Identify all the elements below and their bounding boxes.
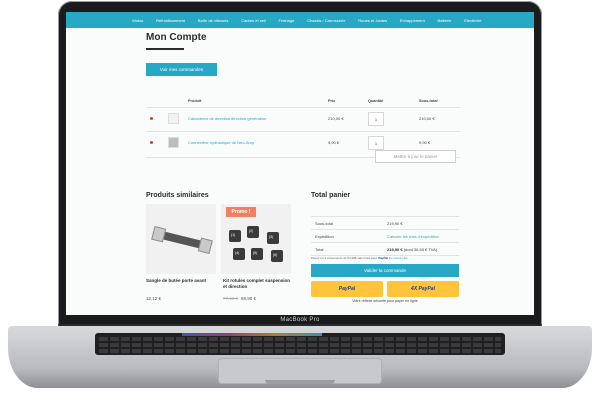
page-title: Mon Compte (146, 32, 207, 43)
product-thumbnail[interactable] (168, 113, 179, 124)
product-image-strap[interactable] (146, 204, 216, 274)
old-price: 77,49 € (223, 296, 239, 301)
header-quantity: Quantité (368, 99, 384, 103)
nav-item-batterie[interactable]: Batterie (438, 18, 452, 23)
calculate-shipping-link[interactable]: Calculer les frais d'expédition (387, 234, 439, 239)
product-subtotal: 9,90 € (419, 140, 431, 145)
strap-illustration (155, 229, 209, 251)
opening-notch (265, 380, 335, 384)
header-subtotal: Sous-total (419, 99, 438, 103)
header-product: Produit (188, 99, 202, 103)
remove-item-icon[interactable] (150, 141, 153, 144)
nav-item-motos[interactable]: Motos (132, 18, 143, 23)
tax-note: (dont 36,65 € TVA) (403, 247, 438, 252)
product-name-link[interactable]: Connecteur hydraulique de Neo-Amp (188, 140, 254, 145)
totals-value: 219,90 € (387, 221, 403, 226)
touch-bar (182, 333, 322, 336)
cart-totals-title: Total panier (311, 192, 351, 199)
remove-item-icon[interactable] (150, 117, 153, 120)
totals-row-total: Total 219,90 € (dont 36,65 € TVA) (311, 242, 459, 255)
product-subtotal: 210,00 € (419, 116, 435, 121)
cart-table-header: Produit Prix Quantité Sous-total (146, 97, 460, 105)
quantity-input[interactable]: 1 (368, 136, 384, 150)
product-price-group: 77,49 €69,90 € (223, 296, 256, 301)
sale-price: 69,90 € (241, 296, 257, 301)
product-thumbnail[interactable] (168, 137, 179, 148)
product-name[interactable]: Kit rotules complet suspension et direct… (223, 278, 293, 290)
quantity-input[interactable]: 1 (368, 112, 384, 126)
key-row (99, 337, 501, 341)
paypal-button[interactable]: PayPal (311, 281, 383, 297)
totals-label: Expédition (315, 234, 334, 239)
nav-item-freinage[interactable]: Freinage (279, 18, 295, 23)
totals-row-subtotal: Sous-total 219,90 € (311, 216, 459, 229)
product-price: 210,00 € (328, 116, 344, 121)
key-row (99, 349, 501, 353)
view-orders-button[interactable]: Voir mes commandes (146, 63, 217, 76)
kit-part: (5) (251, 248, 263, 260)
main-nav: Motos Refroidissement Boîte de vitesses … (66, 12, 534, 28)
device-label: MacBook Pro (280, 317, 320, 323)
similar-products-title: Produits similaires (146, 192, 209, 199)
totals-label: Sous-total (315, 221, 334, 226)
nav-item-cadres[interactable]: Cadres et sell (241, 18, 265, 23)
totals-row-shipping: Expédition Calculer les frais d'expéditi… (311, 229, 459, 242)
totals-label: Total (315, 247, 324, 252)
header-price: Prix (328, 99, 336, 103)
nav-item-refroidissement[interactable]: Refroidissement (156, 18, 185, 23)
nav-item-electricite[interactable]: Electricité (464, 18, 481, 23)
nav-item-boite[interactable]: Boîte de vitesses (198, 18, 228, 23)
kit-part: (3) (267, 232, 279, 244)
key-row (99, 343, 501, 347)
paypal-installment-note: Payez en 4 versements de 54,98€ sans fra… (311, 256, 408, 260)
nav-item-chassis[interactable]: Chassis / Carrosserie (307, 18, 345, 23)
kit-part: (6) (271, 250, 283, 262)
title-underline (146, 48, 184, 50)
cart-row: Calculateur de direction direction génér… (146, 107, 460, 129)
update-cart-button[interactable]: Mettre à jour le panier (375, 150, 456, 163)
product-price: 9,90 € (328, 140, 340, 145)
nav-item-echappement[interactable]: Echappement (400, 18, 425, 23)
secure-payment-note: Votre réflexe sécurité pour payer en lig… (352, 299, 418, 303)
laptop-mockup: Motos Refroidissement Boîte de vitesses … (0, 0, 600, 411)
keyboard (95, 333, 505, 355)
total-amount: 219,90 € (387, 247, 403, 252)
product-name[interactable]: Sangle de butée porte avant (146, 278, 216, 284)
learn-more-link[interactable]: En savoir plus (389, 256, 408, 260)
paypal-logo: PayPal (378, 256, 389, 260)
kit-part: (4) (233, 248, 245, 260)
checkout-button[interactable]: Valider la commande (311, 264, 459, 277)
product-price: 12,12 € (146, 296, 162, 301)
promo-badge: Promo ! (226, 207, 256, 217)
totals-value-group: 219,90 € (dont 36,65 € TVA) (387, 247, 437, 252)
paypal-4x-button[interactable]: 4X PayPal (387, 281, 459, 297)
kit-part: (2) (247, 226, 259, 238)
laptop-screen: Motos Refroidissement Boîte de vitesses … (66, 12, 534, 315)
kit-part: (1) (229, 230, 241, 242)
product-name-link[interactable]: Calculateur de direction direction génér… (188, 116, 266, 121)
nav-item-roues[interactable]: Roues et Jantes (358, 18, 387, 23)
